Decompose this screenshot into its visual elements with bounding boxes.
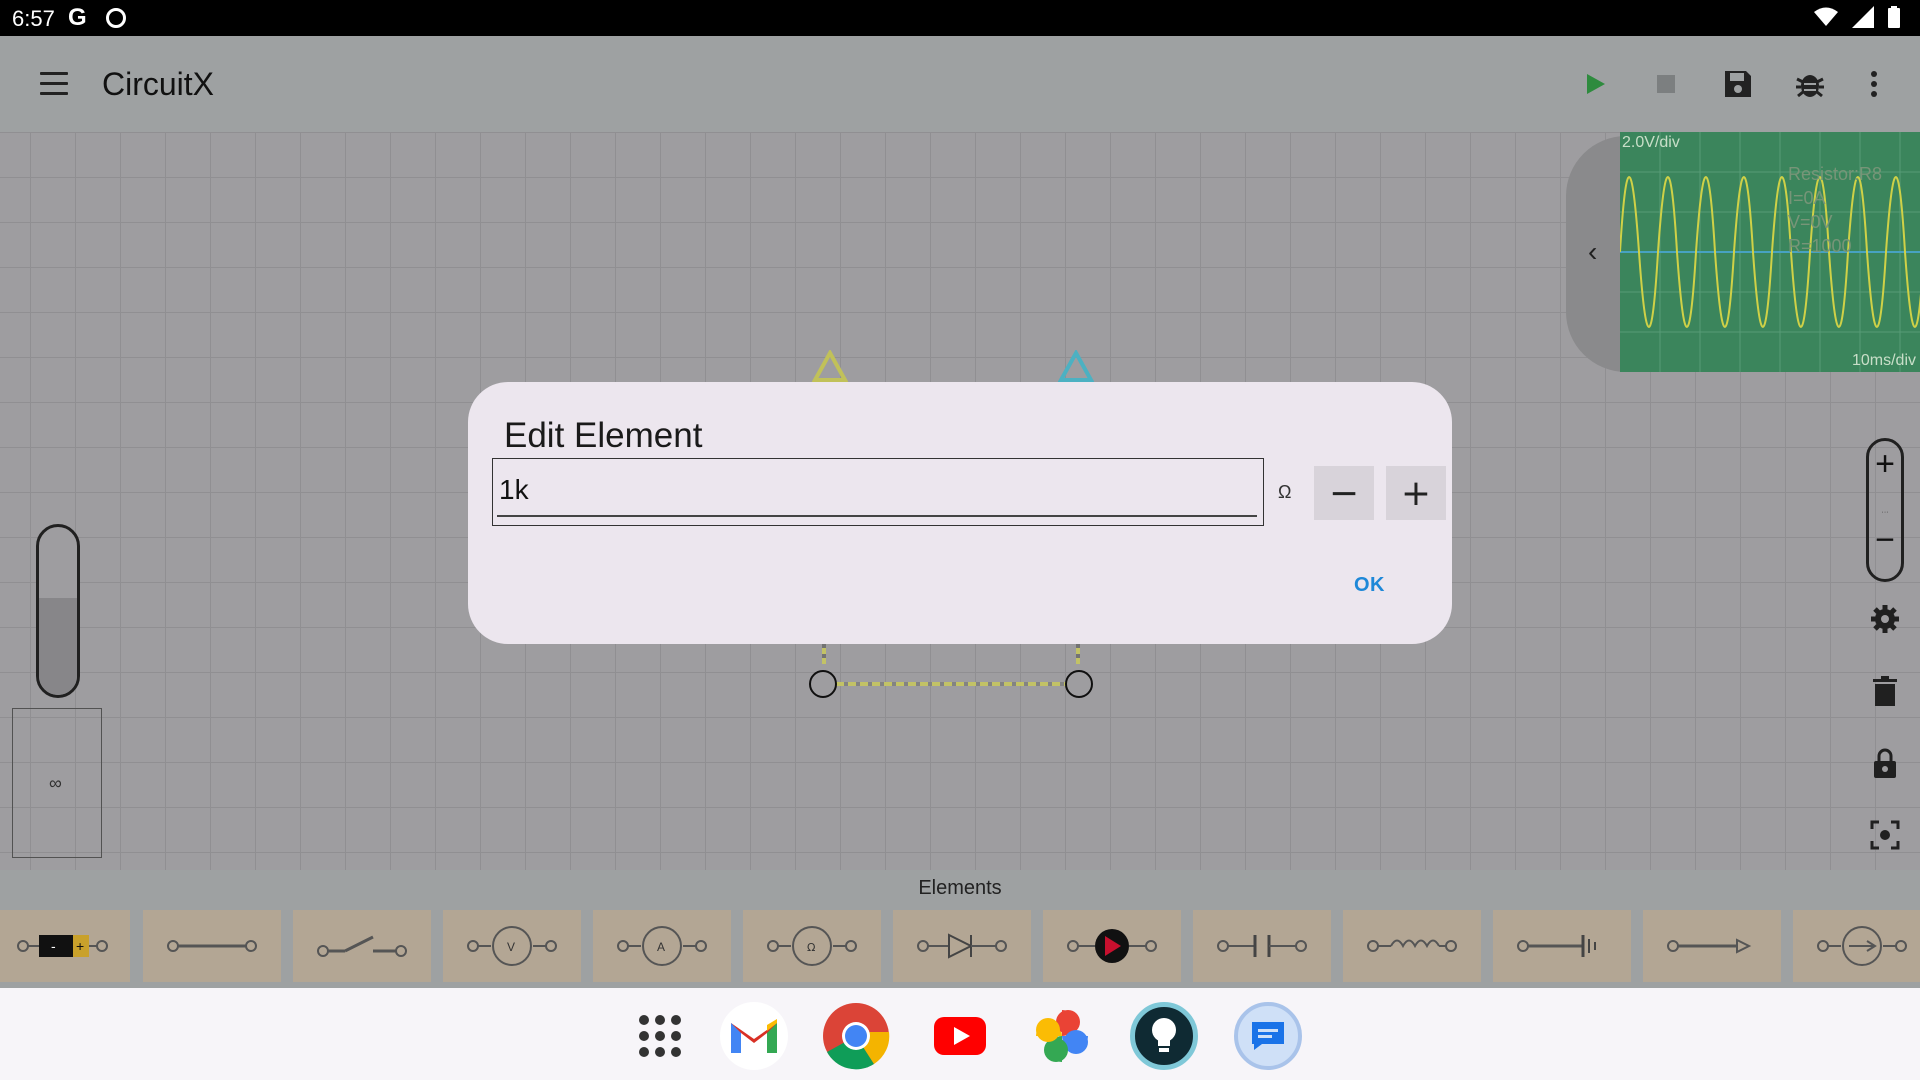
diode-element-icon xyxy=(917,933,1007,959)
element-source[interactable] xyxy=(1793,910,1920,982)
app-title: CircuitX xyxy=(102,66,215,102)
element-voltmeter[interactable]: V xyxy=(443,910,581,982)
source-element-icon xyxy=(1817,926,1907,966)
photos-icon[interactable] xyxy=(1028,1002,1096,1070)
edit-element-dialog: Edit Element Ω − + OK xyxy=(468,382,1452,644)
more-icon[interactable] xyxy=(1856,66,1892,102)
status-time: 6:57 xyxy=(12,6,55,31)
element-ammeter[interactable]: A xyxy=(593,910,731,982)
wifi-icon xyxy=(1814,7,1838,26)
capacitor-element-icon xyxy=(1217,935,1307,957)
value-field-frame xyxy=(492,458,1264,526)
save-icon[interactable] xyxy=(1720,66,1756,102)
notification-icon xyxy=(106,8,126,28)
voltmeter-element-icon: V xyxy=(467,926,557,966)
element-inductor[interactable] xyxy=(1343,910,1481,982)
element-wire[interactable] xyxy=(143,910,281,982)
element-capacitor[interactable] xyxy=(1193,910,1331,982)
app-drawer-icon[interactable] xyxy=(626,1002,694,1070)
element-probe[interactable] xyxy=(1643,910,1781,982)
chrome-icon[interactable] xyxy=(822,1002,890,1070)
app-bar: CircuitX xyxy=(0,36,1920,132)
svg-text:V: V xyxy=(507,940,515,954)
svg-text:-: - xyxy=(51,938,56,954)
switch-element-icon xyxy=(317,935,407,957)
ammeter-element-icon: A xyxy=(617,926,707,966)
wire-element-icon xyxy=(167,940,257,952)
probe-element-icon xyxy=(1667,938,1752,954)
system-icons xyxy=(1814,6,1900,28)
svg-text:+: + xyxy=(76,938,84,954)
element-diode[interactable] xyxy=(893,910,1031,982)
element-led[interactable] xyxy=(1043,910,1181,982)
inductor-element-icon xyxy=(1367,939,1457,952)
led-element-icon xyxy=(1067,929,1157,963)
value-input[interactable] xyxy=(497,465,1257,517)
gmail-icon[interactable] xyxy=(720,1002,788,1070)
debug-icon[interactable] xyxy=(1792,66,1828,102)
play-icon[interactable] xyxy=(1578,66,1614,102)
ground-element-icon xyxy=(1517,935,1596,957)
svg-text:A: A xyxy=(657,940,665,954)
messages-icon[interactable] xyxy=(1234,1002,1302,1070)
youtube-icon[interactable] xyxy=(926,1002,994,1070)
element-battery[interactable]: - + xyxy=(0,910,130,982)
battery-icon xyxy=(1888,6,1900,28)
element-ohmmeter[interactable]: Ω xyxy=(743,910,881,982)
status-bar: 6:57 G xyxy=(0,0,1920,36)
app-dock xyxy=(0,988,1920,1080)
element-switch[interactable] xyxy=(293,910,431,982)
dialog-title: Edit Element xyxy=(504,416,703,455)
element-ground[interactable] xyxy=(1493,910,1631,982)
battery-element-icon: - + xyxy=(17,935,108,957)
elements-palette: - + V A Ω xyxy=(0,906,1920,988)
increment-button[interactable]: + xyxy=(1386,466,1446,520)
menu-icon[interactable] xyxy=(40,72,68,95)
keep-icon[interactable] xyxy=(1130,1002,1198,1070)
google-icon: G xyxy=(68,4,87,31)
ok-button[interactable]: OK xyxy=(1354,574,1385,597)
stop-icon[interactable] xyxy=(1648,66,1684,102)
unit-label: Ω xyxy=(1278,482,1292,502)
decrement-button[interactable]: − xyxy=(1314,466,1374,520)
svg-text:Ω: Ω xyxy=(807,941,815,954)
ohmmeter-element-icon: Ω xyxy=(767,926,857,966)
signal-icon xyxy=(1852,6,1874,28)
